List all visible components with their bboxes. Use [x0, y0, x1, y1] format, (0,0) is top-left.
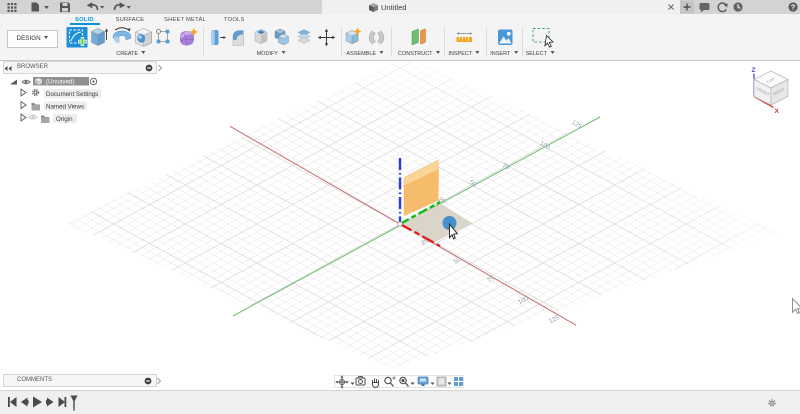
svg-text:Z: Z [752, 67, 756, 74]
svg-text:125: 125 [570, 119, 583, 130]
svg-text:Document Settings: Document Settings [46, 91, 98, 98]
svg-text:(Unsaved): (Unsaved) [46, 79, 75, 86]
svg-text:Named Views: Named Views [46, 104, 84, 111]
svg-text:X: X [775, 108, 780, 115]
svg-text:Origin: Origin [56, 116, 73, 123]
